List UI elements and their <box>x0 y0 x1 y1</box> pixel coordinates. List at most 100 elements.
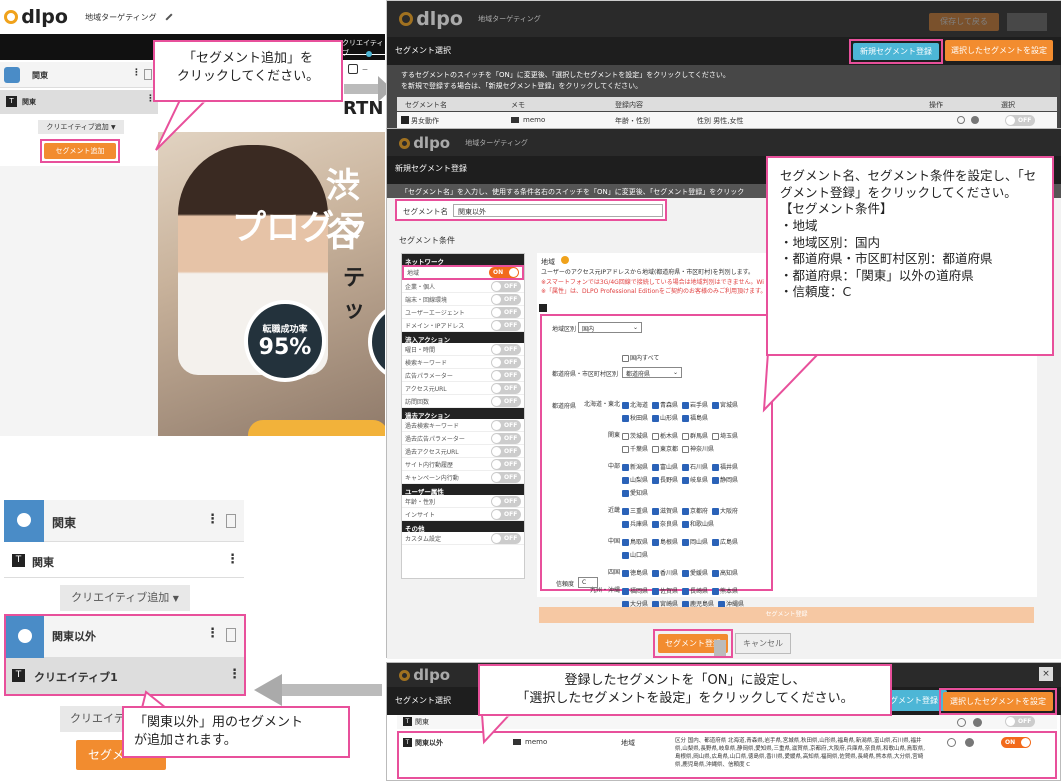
segment-doc-icon[interactable] <box>144 69 152 80</box>
bl-creative-add-button[interactable]: クリエイティブ追加 ▼ <box>60 585 190 611</box>
segment-add-button[interactable]: セグメント追加 <box>44 143 116 159</box>
pref-checkbox[interactable]: 三重県 <box>622 506 648 518</box>
pref-checkbox[interactable]: 山口県 <box>622 550 648 562</box>
all-checkbox[interactable]: 国内すべて <box>622 353 659 362</box>
condition-toggle[interactable]: OFF <box>491 382 521 394</box>
condition-toggle[interactable]: OFF <box>491 369 521 381</box>
condition-item[interactable]: 過去アクセス元URL OFF <box>402 445 524 458</box>
bottom-row2-edit-icon[interactable] <box>947 738 956 747</box>
condition-toggle[interactable]: OFF <box>491 293 521 305</box>
pref-checkbox[interactable]: 埼玉県 <box>712 431 738 443</box>
pref-checkbox[interactable]: 東京都 <box>652 444 678 456</box>
row-toggle[interactable]: OFF <box>1005 115 1035 126</box>
bl-seg2-row[interactable]: 関東以外 ⋮ <box>6 616 244 658</box>
condition-toggle[interactable]: OFF <box>491 471 521 483</box>
inner-register-button[interactable]: セグメント登録 <box>539 607 1034 623</box>
condition-item[interactable]: 地域 ON <box>402 265 524 280</box>
condition-toggle[interactable]: OFF <box>491 306 521 318</box>
pref-checkbox[interactable]: 岩手県 <box>682 400 708 412</box>
condition-toggle[interactable]: OFF <box>491 419 521 431</box>
pref-checkbox[interactable]: 滋賀県 <box>652 506 678 518</box>
bl-creative2-menu-icon[interactable]: ⋮ <box>228 667 241 682</box>
condition-item[interactable]: ドメイン・IPアドレス OFF <box>402 319 524 332</box>
condition-item[interactable]: 年齢・性別 OFF <box>402 495 524 508</box>
condition-item[interactable]: ユーザーエージェント OFF <box>402 306 524 319</box>
top-close-button[interactable] <box>1007 13 1047 31</box>
bl-creative1-menu-icon[interactable]: ⋮ <box>226 552 239 567</box>
condition-toggle[interactable]: OFF <box>491 343 521 355</box>
set-selected-button[interactable]: 選択したセグメントを設定 <box>945 40 1053 61</box>
condition-item[interactable]: 検索キーワード OFF <box>402 356 524 369</box>
pref-checkbox[interactable]: 和歌山県 <box>682 519 714 531</box>
bl-seg1-row[interactable]: 関東 ⋮ <box>4 500 244 542</box>
all-checkbox-box[interactable] <box>622 355 629 362</box>
pref-checkbox[interactable]: 青森県 <box>652 400 678 412</box>
condition-toggle[interactable]: OFF <box>491 445 521 457</box>
condition-toggle[interactable]: OFF <box>491 319 521 331</box>
pref-checkbox[interactable]: 石川県 <box>682 462 708 474</box>
condition-toggle[interactable]: OFF <box>491 395 521 407</box>
condition-item[interactable]: インサイト OFF <box>402 508 524 521</box>
progress-step-creative[interactable]: クリエイティブ <box>342 38 385 58</box>
pref-checkbox[interactable]: 愛知県 <box>622 488 648 500</box>
condition-item[interactable]: キャンペーン内行動 OFF <box>402 471 524 484</box>
creative-add-button[interactable]: クリエイティブ追加 ▼ <box>38 120 124 134</box>
cancel-button[interactable]: キャンセル <box>735 633 791 654</box>
bl-creative1-row[interactable]: T 関東 ⋮ <box>4 544 244 578</box>
condition-toggle[interactable]: OFF <box>491 432 521 444</box>
pref-checkbox[interactable]: 広島県 <box>712 537 738 549</box>
edit-title-icon[interactable] <box>165 13 173 21</box>
segment-name-input[interactable]: 関東以外 <box>453 204 663 217</box>
pref-checkbox[interactable]: 兵庫県 <box>622 519 648 531</box>
condition-item[interactable]: 曜日・時間 OFF <box>402 343 524 356</box>
region-help-icon[interactable] <box>561 256 569 264</box>
pref-checkbox[interactable]: 秋田県 <box>622 413 648 425</box>
pref-checkbox[interactable]: 京都府 <box>682 506 708 518</box>
pref-checkbox[interactable]: 福島県 <box>682 413 708 425</box>
save-return-button[interactable]: 保存して戻る <box>929 13 999 31</box>
condition-toggle[interactable]: OFF <box>491 458 521 470</box>
condition-item[interactable]: 訪問回数 OFF <box>402 395 524 408</box>
new-segment-button[interactable]: 新規セグメント登録 <box>853 43 939 60</box>
pref-checkbox[interactable]: 宮城県 <box>712 400 738 412</box>
condition-toggle[interactable]: OFF <box>491 495 521 507</box>
condition-item[interactable]: 過去検索キーワード OFF <box>402 419 524 432</box>
pref-checkbox[interactable]: 静岡県 <box>712 475 738 487</box>
condition-toggle[interactable]: OFF <box>491 532 521 544</box>
condition-toggle[interactable]: OFF <box>491 508 521 520</box>
reliability-select[interactable]: C <box>578 577 598 588</box>
row-edit-icon[interactable] <box>957 116 965 124</box>
condition-item[interactable]: 過去広告パラメーター OFF <box>402 432 524 445</box>
pref-checkbox[interactable]: 長野県 <box>652 475 678 487</box>
pref-checkbox[interactable]: 徳島県 <box>622 568 648 580</box>
notepad-icon[interactable] <box>348 64 358 74</box>
condition-toggle[interactable]: ON <box>489 267 519 278</box>
condition-item[interactable]: 広告パラメーター OFF <box>402 369 524 382</box>
condition-item[interactable]: 端末・回線環境 OFF <box>402 293 524 306</box>
bl-seg1-menu-icon[interactable]: ⋮ <box>206 512 219 527</box>
bottom-set-button[interactable]: 選択したセグメントを設定 <box>943 692 1053 711</box>
bottom-row1-edit-icon[interactable] <box>957 718 966 727</box>
pref-checkbox[interactable]: 愛媛県 <box>682 568 708 580</box>
bl-creative2-row[interactable]: T クリエイティブ1 ⋮ <box>6 658 244 694</box>
pref-checkbox[interactable]: 群馬県 <box>682 431 708 443</box>
pref-checkbox[interactable]: 福岡県 <box>622 586 648 598</box>
pref-checkbox[interactable]: 長崎県 <box>682 586 708 598</box>
segment-row[interactable]: 関東 ⋮ <box>0 62 158 88</box>
bl-seg2-menu-icon[interactable]: ⋮ <box>206 626 219 641</box>
pref-checkbox[interactable]: 神奈川県 <box>682 444 714 456</box>
bottom-close-icon[interactable]: × <box>1039 667 1053 681</box>
bottom-row1-delete-icon[interactable] <box>973 718 982 727</box>
condition-toggle[interactable]: OFF <box>491 356 521 368</box>
pref-checkbox[interactable]: 熊本県 <box>712 586 738 598</box>
pref-checkbox[interactable]: 佐賀県 <box>652 586 678 598</box>
pref-checkbox[interactable]: 千葉県 <box>622 444 648 456</box>
pref-checkbox[interactable]: 福井県 <box>712 462 738 474</box>
region-collapse-icon[interactable] <box>539 304 547 312</box>
bottom-row2-toggle[interactable]: ON <box>1001 737 1031 748</box>
pref-checkbox[interactable]: 岡山県 <box>682 537 708 549</box>
condition-toggle[interactable]: OFF <box>491 280 521 292</box>
condition-item[interactable]: サイト内行動履歴 OFF <box>402 458 524 471</box>
pref-checkbox[interactable]: 富山県 <box>652 462 678 474</box>
pref-checkbox[interactable]: 鳥取県 <box>622 537 648 549</box>
